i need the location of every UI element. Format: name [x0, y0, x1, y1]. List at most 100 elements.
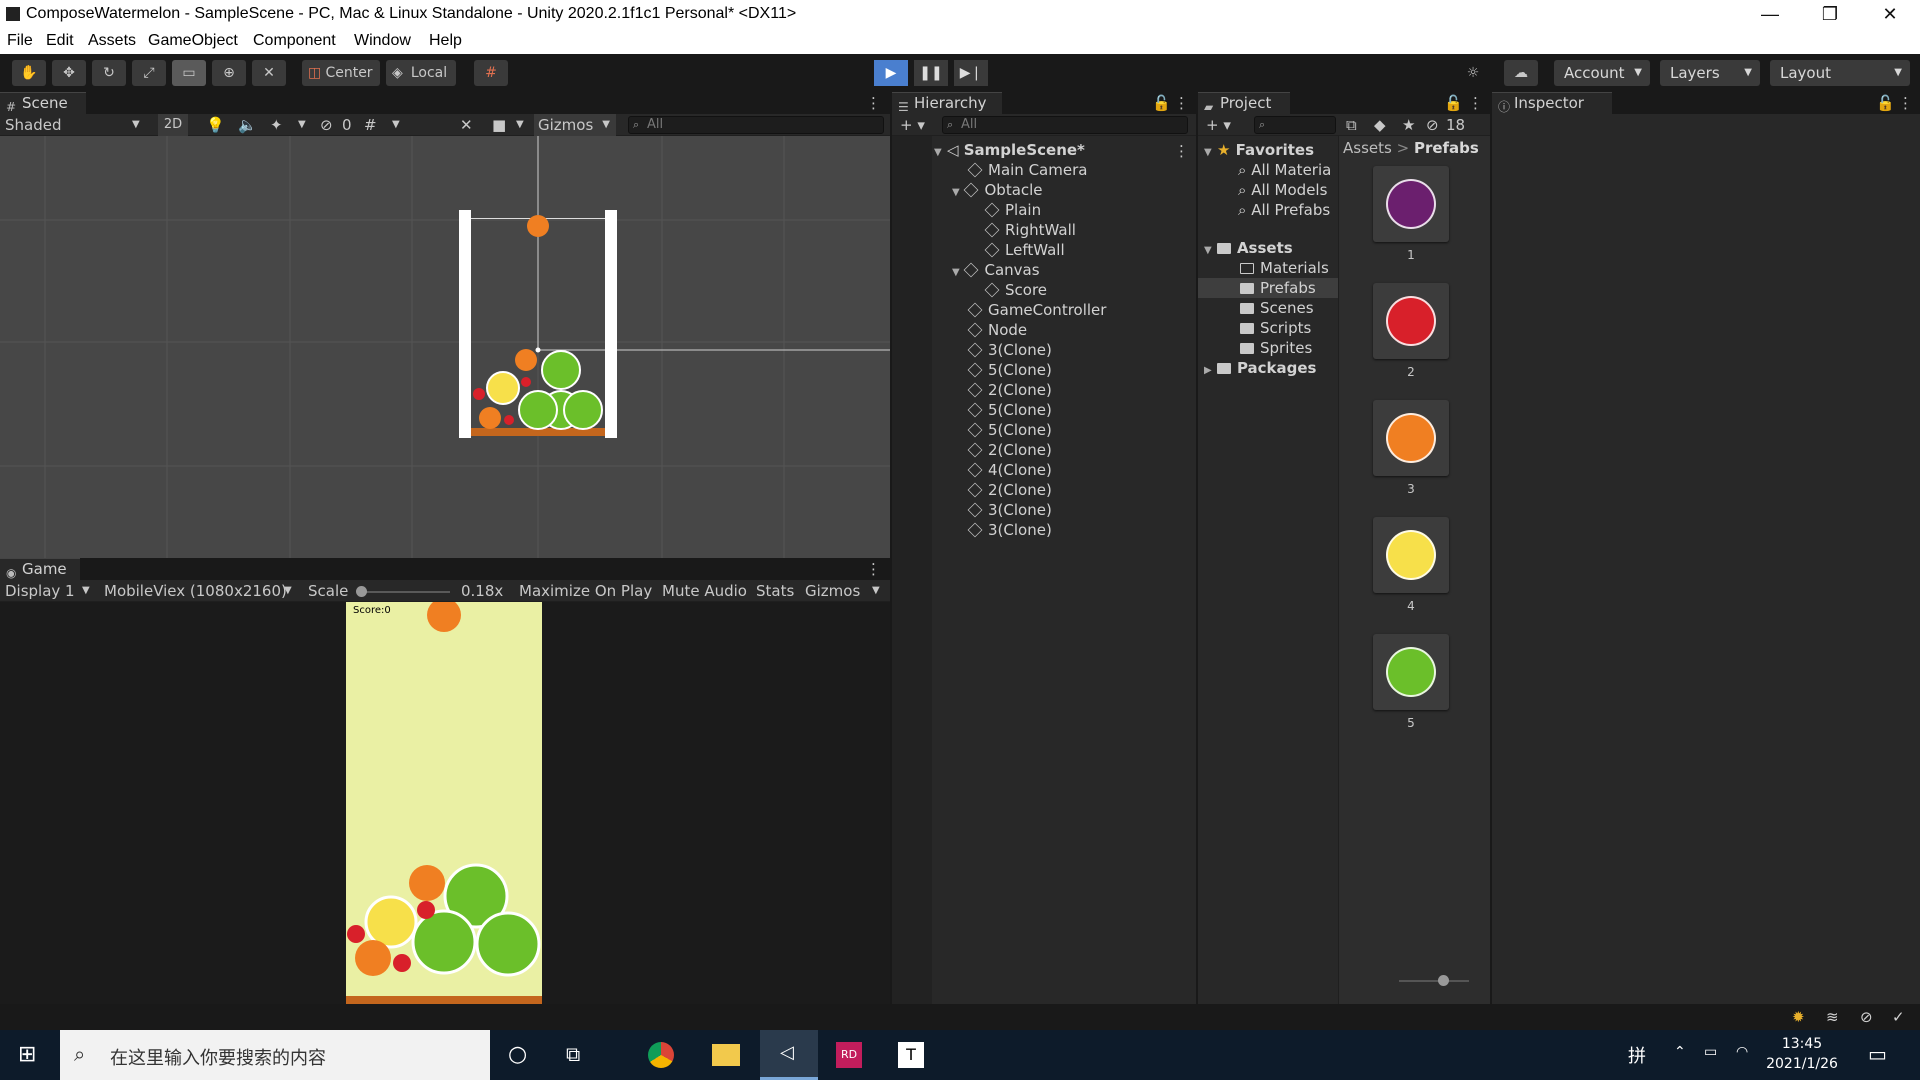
list-item[interactable]: ▼ Obtacle [952, 180, 1043, 200]
pivot-center-button[interactable]: ◫ Center [302, 60, 380, 86]
cherry-fruit[interactable] [504, 415, 514, 425]
task-view-icon[interactable]: ⧉ [566, 1042, 580, 1066]
favorite-item[interactable]: ⌕ All Materia [1238, 160, 1331, 180]
list-item[interactable]: 5(Clone) [967, 420, 1052, 440]
menu-file[interactable]: File [7, 32, 33, 50]
prefab-thumbnail[interactable] [1373, 283, 1449, 359]
list-item[interactable]: 3(Clone) [967, 340, 1052, 360]
create-add-button[interactable]: + ▾ [900, 114, 925, 136]
grid-toggle-icon[interactable]: # [364, 114, 377, 136]
play-button[interactable]: ▶ [874, 60, 908, 86]
favorite-item[interactable]: ⌕ All Prefabs [1238, 200, 1330, 220]
step-button[interactable]: ▶❘ [954, 60, 988, 86]
cherry-fruit[interactable] [473, 388, 485, 400]
scene-viewport[interactable] [0, 136, 890, 558]
menu-edit[interactable]: Edit [46, 32, 74, 50]
file-explorer-icon[interactable] [712, 1044, 740, 1066]
scene-root[interactable]: ▼ ◁ SampleScene* [934, 140, 1085, 160]
favorite-star-icon[interactable]: ★ [1402, 114, 1415, 136]
audio-icon[interactable]: 🔈 [238, 114, 257, 136]
tab-scene[interactable]: # Scene [0, 92, 86, 114]
lock-icon[interactable]: 🔓 [1876, 92, 1895, 114]
list-item[interactable]: RightWall [984, 220, 1076, 240]
stats-toggle[interactable]: Stats [756, 580, 794, 602]
chevron-up-icon[interactable]: ⌃ [1674, 1044, 1686, 1060]
maximize-on-play-toggle[interactable]: Maximize On Play [519, 580, 652, 602]
account-dropdown[interactable]: Account ▼ [1554, 60, 1650, 86]
windows-start-icon[interactable]: ⊞ [18, 1042, 36, 1067]
cortana-icon[interactable]: ○ [508, 1042, 527, 1067]
favorites-header[interactable]: ▼ ★ Favorites [1204, 140, 1314, 160]
filter-type-icon[interactable]: ⧉ [1346, 114, 1357, 136]
clock-time[interactable]: 13:45 [1762, 1036, 1842, 1052]
favorite-item[interactable]: ⌕ All Models [1238, 180, 1327, 200]
scale-slider-track[interactable] [358, 591, 450, 593]
folder-scenes[interactable]: Scenes [1240, 298, 1314, 318]
minimize-button[interactable]: — [1740, 0, 1800, 30]
tab-project[interactable]: ▰ Project [1198, 92, 1290, 114]
list-item[interactable]: 2(Clone) [967, 380, 1052, 400]
cherry-fruit[interactable] [521, 377, 531, 387]
camera-icon[interactable]: ■ [492, 114, 506, 136]
list-item[interactable]: LeftWall [984, 240, 1065, 260]
list-item[interactable]: Main Camera [967, 160, 1087, 180]
packages-folder[interactable]: ▶ Packages [1204, 358, 1316, 378]
menu-help[interactable]: Help [429, 32, 462, 50]
lighting-icon[interactable]: 💡 [206, 114, 225, 136]
pivot-local-button[interactable]: ◈ Local [386, 60, 456, 86]
orange-fruit[interactable] [527, 215, 549, 237]
gizmos-dropdown[interactable]: Gizmos ▼ [534, 114, 616, 136]
snap-grid-icon[interactable]: # [474, 60, 508, 86]
panel-menu-icon[interactable]: ⋮ [866, 92, 881, 114]
shading-dropdown[interactable]: Shaded [5, 114, 62, 136]
layout-dropdown[interactable]: Layout ▼ [1770, 60, 1910, 86]
kiwi-fruit[interactable] [518, 390, 558, 430]
right-wall[interactable] [605, 210, 617, 438]
lock-icon[interactable]: 🔓 [1444, 92, 1463, 114]
prefab-thumbnail[interactable] [1373, 634, 1449, 710]
list-item[interactable]: 5(Clone) [967, 360, 1052, 380]
thumbnail-size-slider[interactable] [1399, 980, 1469, 982]
list-item[interactable]: 3(Clone) [967, 500, 1052, 520]
network-off-icon[interactable]: ⊘ [1860, 1008, 1873, 1026]
folder-sprites[interactable]: Sprites [1240, 338, 1312, 358]
close-button[interactable]: ✕ [1860, 0, 1920, 30]
battery-icon[interactable]: ▭ [1704, 1044, 1717, 1060]
orange-fruit[interactable] [515, 349, 537, 371]
lemon-fruit[interactable] [486, 371, 520, 405]
typora-icon[interactable]: T [898, 1042, 924, 1068]
custom-tool-icon[interactable]: ✕ [252, 60, 286, 86]
display-dropdown[interactable]: Display 1 [5, 580, 75, 602]
pause-button[interactable]: ❚❚ [914, 60, 948, 86]
collab-status-icon[interactable]: ✓ [1892, 1008, 1905, 1026]
list-item[interactable]: GameController [967, 300, 1106, 320]
panel-menu-icon[interactable]: ⋮ [1898, 92, 1913, 114]
create-add-button[interactable]: + ▾ [1206, 114, 1231, 136]
scale-slider-handle[interactable] [356, 586, 367, 597]
expand-arrow-icon[interactable]: ▼ [952, 267, 960, 278]
assets-folder[interactable]: ▼ Assets [1204, 238, 1293, 258]
list-item[interactable]: ▼ Canvas [952, 260, 1040, 280]
hidden-objects-icon[interactable]: ⊘ [320, 114, 333, 136]
project-search-input[interactable]: ⌕ [1254, 116, 1336, 134]
list-item[interactable]: 4(Clone) [967, 460, 1052, 480]
maximize-button[interactable]: ❐ [1800, 0, 1860, 30]
effects-icon[interactable]: ✦ [270, 114, 283, 136]
filter-label-icon[interactable]: ◆ [1374, 114, 1386, 136]
collab-icon[interactable]: ☼ [1456, 60, 1490, 86]
thumbnail-size-handle[interactable] [1438, 975, 1449, 986]
tools-icon[interactable]: ✕ [460, 114, 473, 136]
kiwi-fruit[interactable] [541, 350, 581, 390]
menu-assets[interactable]: Assets [88, 32, 136, 50]
prefab-thumbnail[interactable] [1373, 517, 1449, 593]
move-tool-icon[interactable]: ✥ [52, 60, 86, 86]
prefab-thumbnail[interactable] [1373, 166, 1449, 242]
rider-icon[interactable]: RD [836, 1042, 862, 1068]
panel-menu-icon[interactable]: ⋮ [866, 558, 881, 580]
panel-menu-icon[interactable]: ⋮ [1174, 92, 1189, 114]
unity-taskbar-icon[interactable]: ◁ [760, 1030, 818, 1080]
clock-date[interactable]: 2021/1/26 [1762, 1056, 1842, 1072]
notification-icon[interactable]: ▭ [1868, 1042, 1887, 1066]
cloud-icon[interactable]: ☁ [1504, 60, 1538, 86]
prefab-thumbnail[interactable] [1373, 400, 1449, 476]
